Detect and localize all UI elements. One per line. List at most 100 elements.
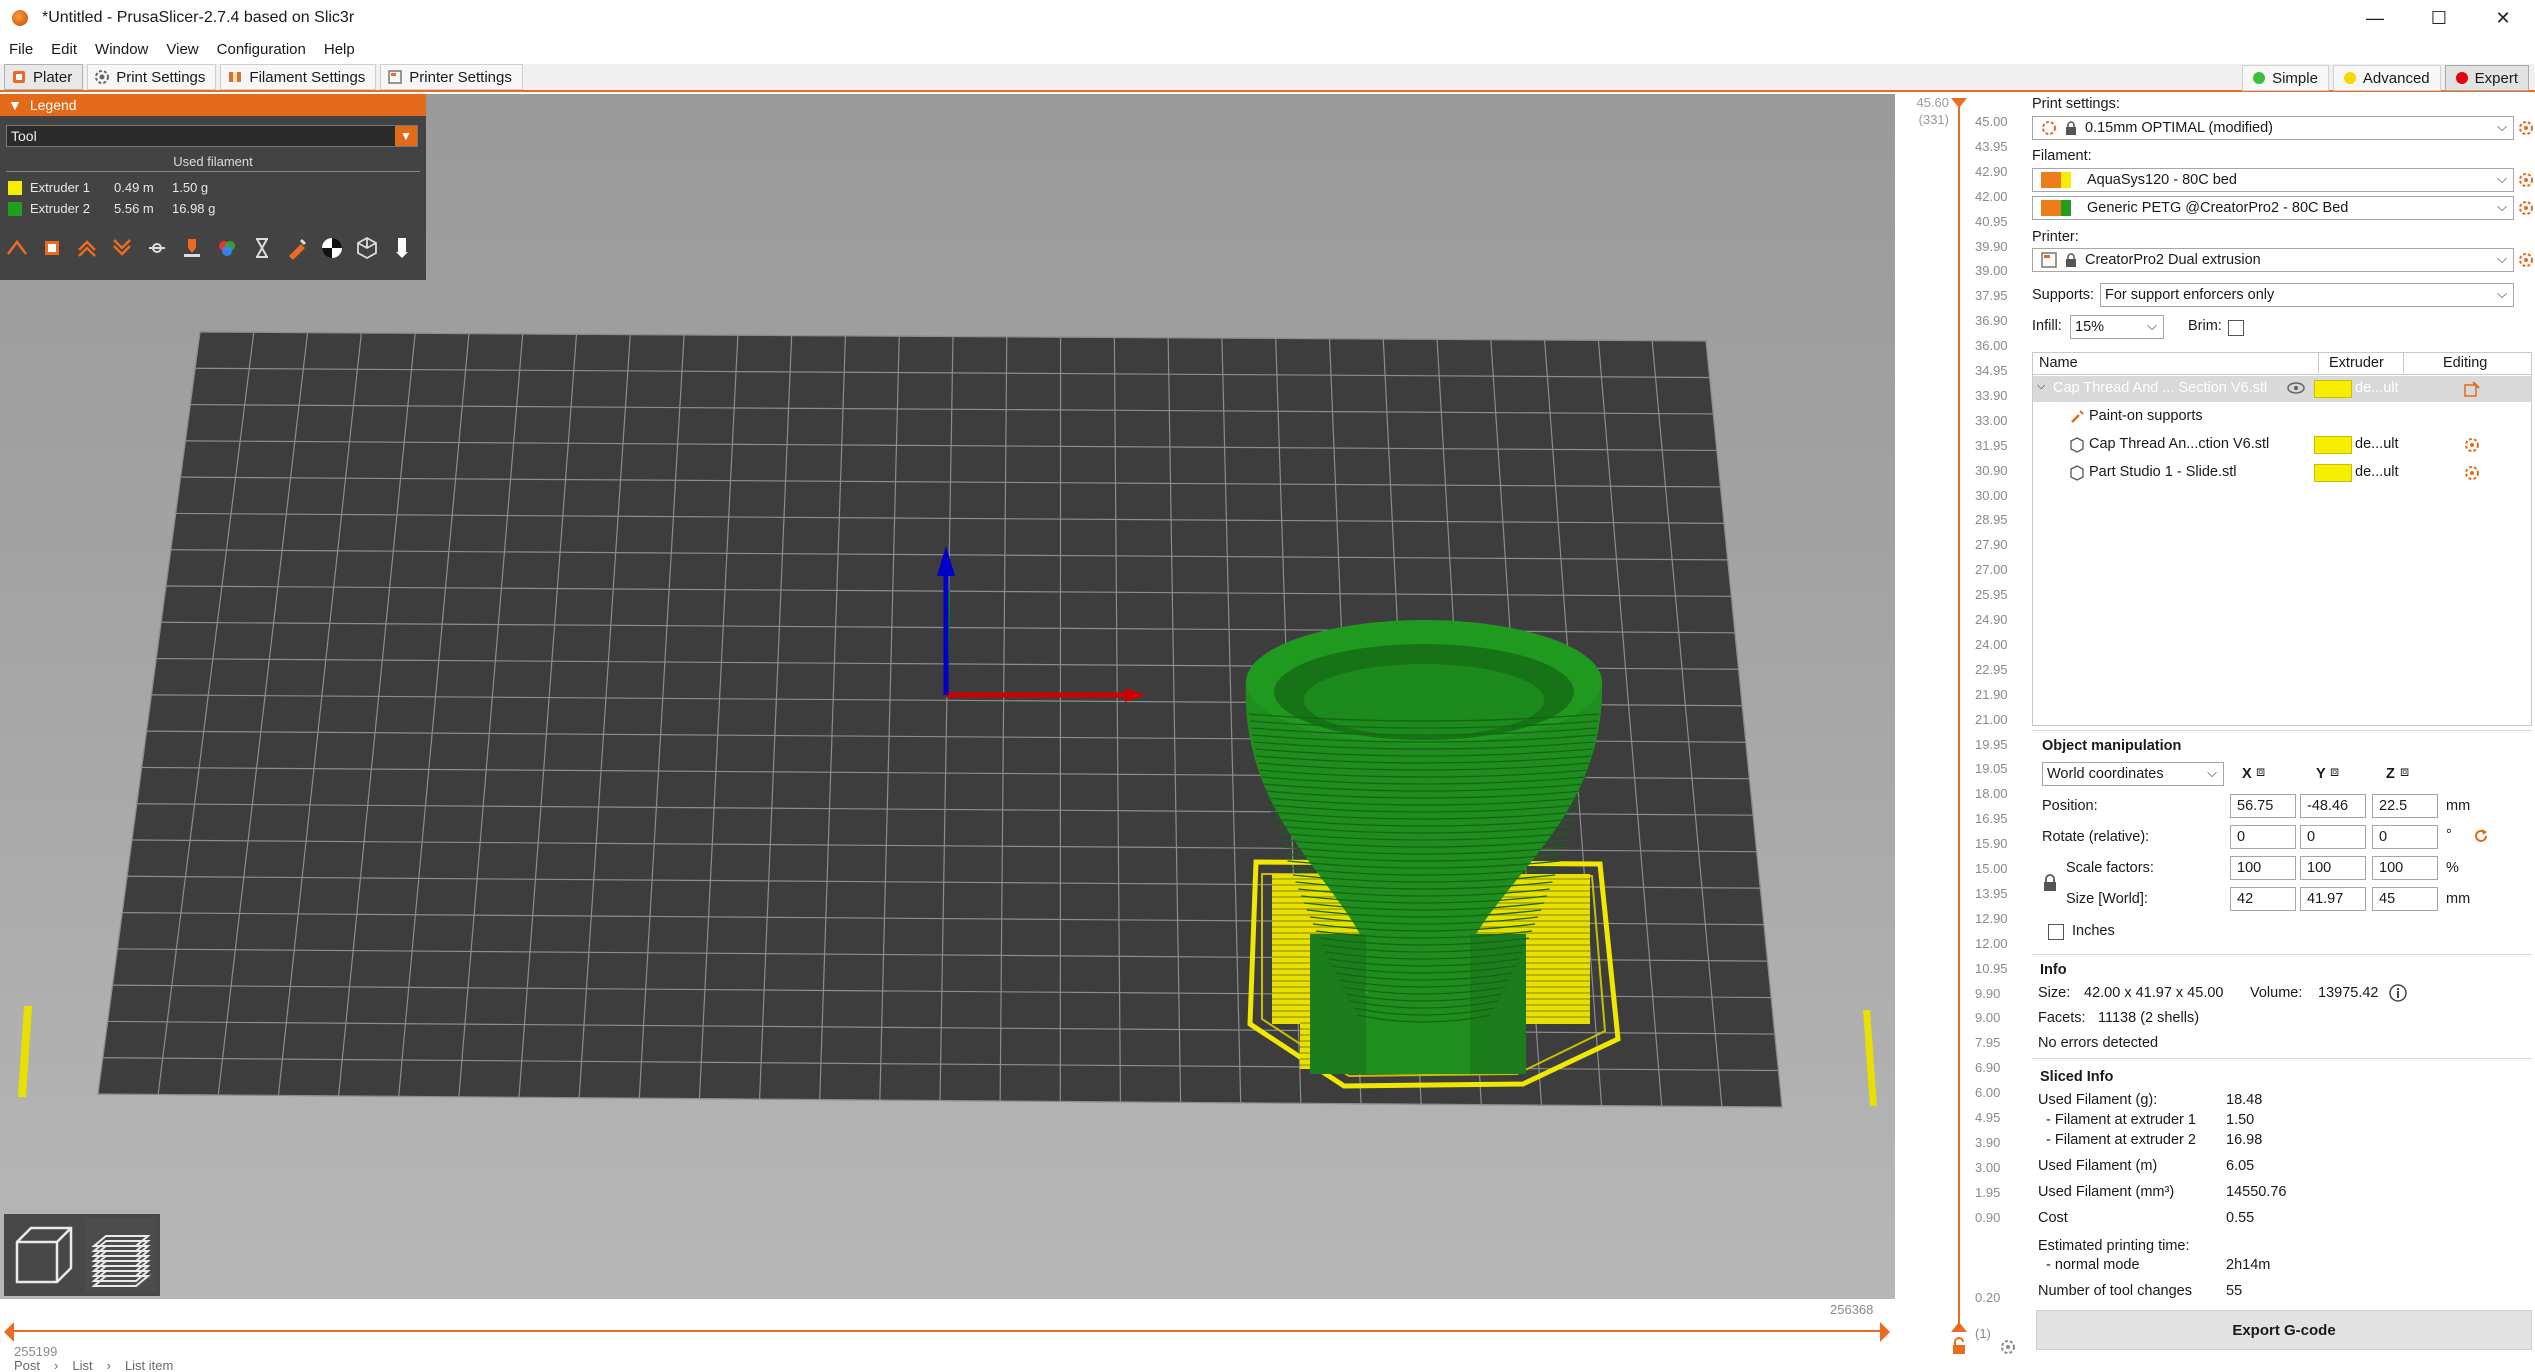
settings-cog-icon[interactable] [2463, 436, 2481, 454]
tab-printer-settings[interactable]: Printer Settings [380, 64, 523, 90]
edit-object-icon[interactable] [2463, 380, 2481, 398]
slider-right-thumb-icon[interactable] [1872, 1320, 1896, 1344]
list-item-paint-on-supports[interactable]: Paint-on supports [2033, 404, 2531, 430]
brim-checkbox[interactable] [2228, 320, 2244, 336]
menu-edit[interactable]: Edit [42, 36, 86, 64]
uniform-scale-lock-icon[interactable] [2042, 874, 2058, 892]
extruder-value[interactable]: de...ult [2355, 464, 2399, 480]
collapse-triangle-icon[interactable]: ▼ [8, 97, 22, 113]
tab-plater[interactable]: Plater [4, 64, 84, 90]
plater-icon [13, 71, 25, 83]
menu-window[interactable]: Window [86, 36, 157, 64]
color-changes-icon[interactable] [214, 235, 240, 261]
slider-track[interactable] [10, 1330, 1880, 1332]
mode-simple-button[interactable]: Simple [2242, 65, 2329, 91]
drop-to-bed-x-icon[interactable]: ⧈ [2256, 764, 2265, 780]
export-gcode-button[interactable]: Export G-code [2036, 1310, 2532, 1350]
menu-help[interactable]: Help [315, 36, 364, 64]
tab-filament-settings[interactable]: Filament Settings [220, 64, 377, 90]
rotate-unit: ° [2446, 827, 2452, 843]
scale-x-input[interactable]: 100 [2230, 856, 2296, 880]
position-z-input[interactable]: 22.5 [2372, 794, 2438, 818]
tool-marker-icon[interactable] [389, 235, 415, 261]
column-editing[interactable]: Editing [2443, 355, 2487, 371]
size-z-input[interactable]: 45 [2372, 887, 2438, 911]
column-extruder[interactable]: Extruder [2329, 355, 2384, 371]
position-x-input[interactable]: 56.75 [2230, 794, 2296, 818]
horizontal-gcode-slider[interactable]: 256368 255199 Post › List › List item [0, 1300, 1895, 1372]
inches-checkbox[interactable] [2048, 924, 2064, 940]
slider-track[interactable] [1958, 104, 1960, 1332]
extruder-color-swatch [2314, 436, 2352, 454]
size-x-input[interactable]: 42 [2230, 887, 2296, 911]
infill-select[interactable]: 15% ⌵ [2070, 315, 2164, 339]
eye-icon[interactable] [2287, 382, 2305, 394]
deretractions-icon[interactable] [109, 235, 135, 261]
list-item-part-2[interactable]: Part Studio 1 - Slide.stl de...ult [2033, 460, 2531, 486]
tab-print-settings[interactable]: Print Settings [87, 64, 217, 90]
edit-preset-icon[interactable] [2517, 119, 2535, 137]
list-item-part-1[interactable]: Cap Thread An...ction V6.stl de...ult [2033, 432, 2531, 458]
rotate-y-input[interactable]: 0 [2300, 825, 2366, 849]
seams-icon[interactable] [144, 235, 170, 261]
vertical-layer-slider[interactable]: 45.60 (331) 45.00 43.95 42.90 42.00 40.95 39.9… [1895, 94, 2030, 1372]
wipe-icon[interactable] [39, 235, 65, 261]
menu-configuration[interactable]: Configuration [208, 36, 315, 64]
travel-icon[interactable] [4, 235, 30, 261]
close-button[interactable]: ✕ [2471, 0, 2535, 36]
printer-profile-select[interactable]: CreatorPro2 Dual extrusion ⌵ [2032, 248, 2514, 272]
extruder-value[interactable]: de...ult [2355, 436, 2399, 452]
maximize-button[interactable]: ☐ [2407, 0, 2471, 36]
edit-preset-icon[interactable] [2517, 251, 2535, 269]
rotate-x-input[interactable]: 0 [2230, 825, 2296, 849]
drop-to-bed-z-icon[interactable]: ⧈ [2400, 764, 2409, 780]
info-icon[interactable] [2388, 983, 2408, 1003]
center-of-gravity-icon[interactable] [319, 235, 345, 261]
scale-z-input[interactable]: 100 [2372, 856, 2438, 880]
divider [2032, 954, 2532, 955]
legend-header[interactable]: ▼ Legend [0, 94, 426, 116]
slider-bottom-thumb-icon[interactable] [1949, 1320, 1969, 1334]
lock-icon[interactable] [1949, 1336, 1969, 1356]
print-profile-select[interactable]: 0.15mm OPTIMAL (modified) ⌵ [2032, 116, 2514, 140]
list-item-object[interactable]: ⌵ Cap Thread And ... Section V6.stl de..… [2033, 376, 2531, 402]
coordinates-select[interactable]: World coordinates ⌵ [2042, 762, 2224, 786]
mode-label: Expert [2474, 69, 2518, 87]
height-tick-label: 28.95 [1975, 512, 2008, 528]
settings-cog-icon[interactable] [1999, 1338, 2017, 1356]
mode-expert-button[interactable]: Expert [2444, 65, 2529, 91]
dropdown-arrow-icon[interactable]: ▼ [395, 126, 417, 146]
preview-button[interactable] [85, 1218, 156, 1292]
extruder-value[interactable]: de...ult [2355, 380, 2399, 396]
supports-select[interactable]: For support enforcers only ⌵ [2100, 283, 2514, 307]
3d-view-button[interactable] [8, 1218, 79, 1292]
sliced-label: Used Filament (mm³) [2038, 1184, 2175, 1200]
drop-to-bed-y-icon[interactable]: ⧈ [2330, 764, 2339, 780]
mode-advanced-button[interactable]: Advanced [2332, 65, 2441, 91]
menu-file[interactable]: File [0, 36, 42, 64]
spool-icon [229, 72, 242, 82]
view-type-value: Tool [11, 128, 37, 144]
tool-changes-icon[interactable] [179, 235, 205, 261]
reset-rotation-icon[interactable] [2472, 827, 2490, 845]
position-y-input[interactable]: -48.46 [2300, 794, 2366, 818]
edit-preset-icon[interactable] [2517, 199, 2535, 217]
edit-preset-icon[interactable] [2517, 171, 2535, 189]
retractions-icon[interactable] [74, 235, 100, 261]
slider-left-thumb-icon[interactable] [0, 1320, 24, 1344]
pause-prints-icon[interactable] [249, 235, 275, 261]
shells-icon[interactable] [354, 235, 380, 261]
scale-y-input[interactable]: 100 [2300, 856, 2366, 880]
legend-view-type-select[interactable]: Tool ▼ [6, 125, 418, 147]
size-y-input[interactable]: 41.97 [2300, 887, 2366, 911]
filament-1-select[interactable]: AquaSys120 - 80C bed ⌵ [2032, 168, 2514, 192]
minimize-button[interactable]: — [2343, 0, 2407, 36]
menu-view[interactable]: View [157, 36, 207, 64]
filament-2-select[interactable]: Generic PETG @CreatorPro2 - 80C Bed ⌵ [2032, 196, 2514, 220]
custom-gcodes-icon[interactable] [284, 235, 310, 261]
settings-cog-icon[interactable] [2463, 464, 2481, 482]
expand-chevron-icon[interactable]: ⌵ [2037, 380, 2045, 393]
divider [2032, 1058, 2532, 1059]
rotate-z-input[interactable]: 0 [2372, 825, 2438, 849]
column-name[interactable]: Name [2039, 355, 2078, 371]
